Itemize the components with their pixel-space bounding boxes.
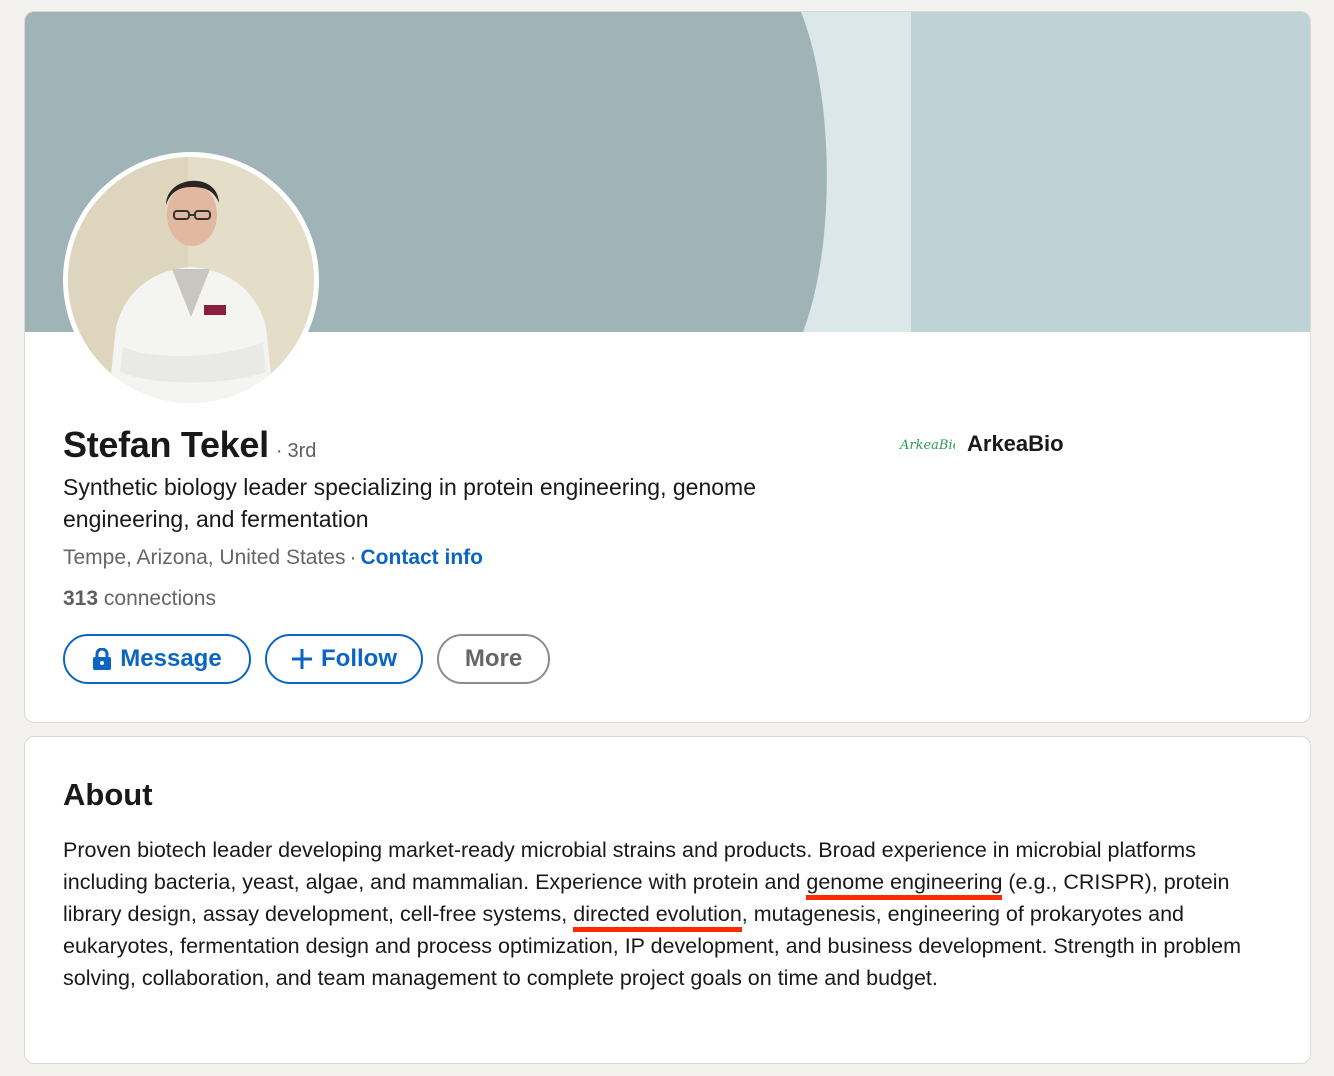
about-text: Proven biotech leader developing market-…: [63, 834, 1273, 994]
profile-actions: Message Follow More: [63, 634, 550, 684]
highlighted-phrase: directed evolution: [573, 902, 742, 932]
connections-label: connections: [103, 587, 216, 610]
about-card: About Proven biotech leader developing m…: [24, 736, 1311, 1064]
highlighted-phrase: genome engineering: [806, 870, 1003, 900]
profile-name-row: Stefan Tekel · 3rd: [63, 424, 316, 466]
connections-count[interactable]: 313 connections: [63, 587, 216, 611]
more-label: More: [464, 645, 523, 672]
follow-button[interactable]: Follow: [265, 634, 423, 684]
profile-headline: Synthetic biology leader specializing in…: [63, 474, 756, 532]
location-separator: ·: [349, 546, 357, 569]
more-button[interactable]: More: [437, 634, 550, 684]
profile-location: Tempe, Arizona, United States: [63, 546, 346, 569]
connection-degree: 3rd: [287, 440, 317, 462]
degree-separator: ·: [275, 440, 283, 462]
connections-number: 313: [63, 587, 99, 610]
message-label: Message: [120, 645, 222, 672]
current-company[interactable]: ArkeaBio ArkeaBio: [899, 431, 1064, 457]
about-heading: About: [63, 777, 153, 812]
contact-info-link[interactable]: Contact info: [361, 546, 483, 569]
location-row: Tempe, Arizona, United States · Contact in…: [63, 546, 483, 570]
lock-icon: [92, 648, 112, 670]
plus-icon: [291, 648, 313, 670]
company-logo: ArkeaBio: [899, 432, 955, 456]
company-name: ArkeaBio: [967, 431, 1064, 456]
profile-photo[interactable]: [63, 152, 319, 408]
svg-text:ArkeaBio: ArkeaBio: [899, 438, 955, 453]
profile-card: Stefan Tekel · 3rd Synthetic biology lea…: [24, 11, 1311, 723]
follow-label: Follow: [321, 645, 397, 672]
profile-name: Stefan Tekel: [63, 424, 269, 465]
message-button[interactable]: Message: [63, 634, 251, 684]
